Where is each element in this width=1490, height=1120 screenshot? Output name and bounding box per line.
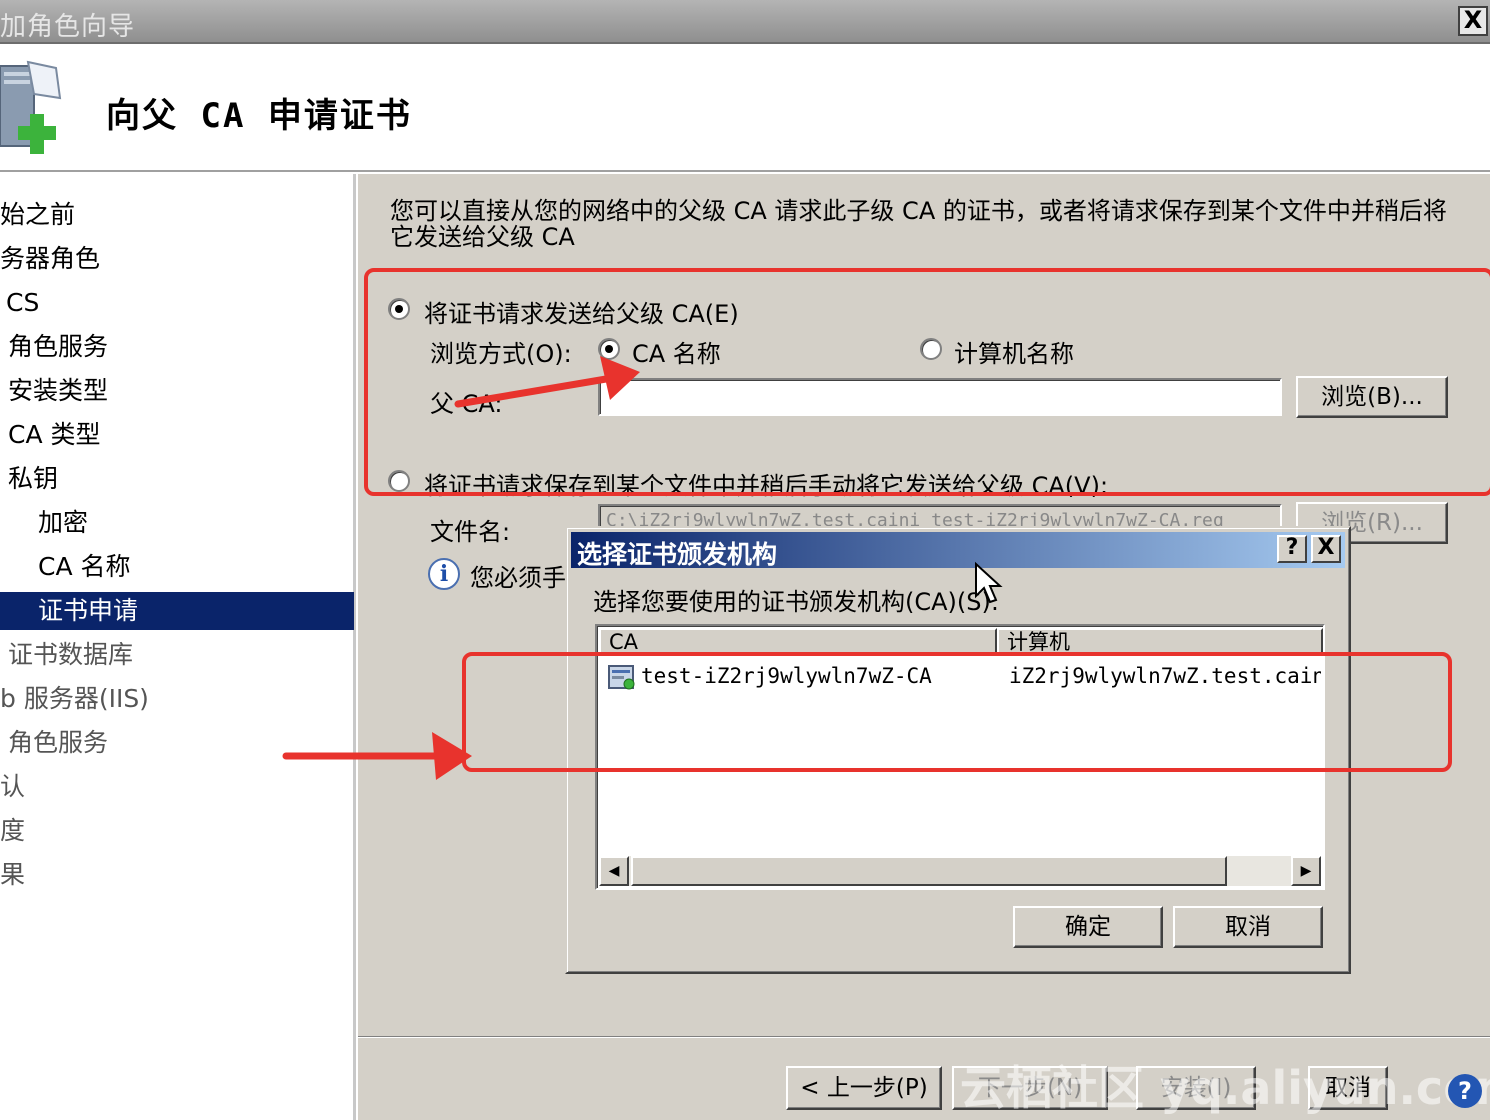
sidebar-item-web-server-iis[interactable]: b 服务器(IIS) (0, 680, 149, 718)
watermark: 云栖社区 yq.aliyun.com (960, 1061, 1490, 1115)
dialog-help-button[interactable]: ? (1277, 535, 1307, 563)
footer-separator (358, 1036, 1490, 1038)
sidebar-item-certificate-database[interactable]: 证书数据库 (8, 636, 133, 674)
column-header-computer[interactable]: 计算机 (997, 628, 1323, 656)
add-role-icon (0, 60, 62, 154)
wizard-header: 向父 CA 申请证书 (0, 44, 1490, 172)
sidebar-item-progress[interactable]: 度 (0, 812, 25, 850)
page-title: 向父 CA 申请证书 (106, 96, 412, 136)
scrollbar-thumb[interactable] (631, 856, 1227, 886)
sidebar-item-confirmation[interactable]: 认 (0, 768, 25, 806)
file-name-label: 文件名: (430, 518, 511, 546)
browse-mode-label: 浏览方式(O): (430, 340, 572, 368)
dialog-prompt: 选择您要使用的证书颁发机构(CA)(S): (593, 588, 999, 616)
save-to-file-radio[interactable] (388, 470, 410, 492)
sidebar-item-server-roles[interactable]: 务器角色 (0, 240, 100, 278)
send-to-parent-label[interactable]: 将证书请求发送给父级 CA(E) (424, 294, 739, 329)
ca-name-radio[interactable] (598, 338, 620, 360)
window-title-bar: 加角色向导 X (0, 0, 1490, 44)
back-button[interactable]: < 上一步(P) (786, 1066, 942, 1110)
sidebar-item-ca-name[interactable]: CA 名称 (38, 548, 131, 586)
dialog-title: 选择证书颁发机构 (577, 540, 778, 569)
horizontal-scrollbar[interactable]: ◀ ▶ (599, 856, 1321, 886)
ca-row-computer[interactable]: iZ2rj9wlywln7wZ.test.caini (1009, 664, 1321, 688)
page-description: 您可以直接从您的网络中的父级 CA 请求此子级 CA 的证书，或者将请求保存到某… (390, 197, 1447, 251)
save-to-file-label[interactable]: 将证书请求保存到某个文件中并稍后手动将它发送给父级 CA(V): (424, 466, 1108, 501)
window-title: 加角色向导 (0, 12, 136, 42)
ca-row-name[interactable]: test-iZ2rj9wlywln7wZ-CA (641, 664, 932, 688)
browse-parent-ca-button[interactable]: 浏览(B)... (1296, 376, 1448, 418)
dialog-title-bar: 选择证书颁发机构 ? X (571, 532, 1345, 569)
info-icon: i (428, 558, 460, 590)
parent-ca-input[interactable] (598, 378, 1282, 416)
dialog-ok-button[interactable]: 确定 (1013, 906, 1163, 948)
ca-name-radio-label[interactable]: CA 名称 (632, 334, 721, 369)
sidebar-item-label: 证书申请 (38, 596, 139, 625)
window-close-button[interactable]: X (1458, 6, 1488, 36)
dialog-cancel-button[interactable]: 取消 (1173, 906, 1323, 948)
info-text: 您必须手 (470, 564, 566, 592)
sidebar-item-iis-role-services[interactable]: 角色服务 (8, 724, 108, 762)
help-icon[interactable]: ? (1448, 1074, 1482, 1108)
sidebar-item-private-key[interactable]: 私钥 (8, 460, 58, 498)
sidebar-item-certificate-request[interactable]: 证书申请 (0, 592, 354, 630)
send-to-parent-radio[interactable] (388, 298, 410, 320)
computer-name-radio-label[interactable]: 计算机名称 (954, 334, 1074, 369)
sidebar-item-role-services[interactable]: 角色服务 (8, 328, 108, 366)
ca-list[interactable]: CA 计算机 test-iZ2rj9wlywln7wZ-CA iZ2rj9wly… (595, 624, 1325, 890)
sidebar-item-before-you-begin[interactable]: 始之前 (0, 196, 75, 234)
dialog-close-button[interactable]: X (1311, 535, 1341, 563)
wizard-sidebar: 始之前 务器角色 CS 角色服务 安装类型 CA 类型 私钥 加密 CA 名称 … (0, 174, 356, 1120)
sidebar-item-setup-type[interactable]: 安装类型 (8, 372, 108, 410)
scroll-left-button[interactable]: ◀ (599, 856, 629, 886)
parent-ca-label: 父 CA: (430, 390, 503, 418)
select-ca-dialog: 选择证书颁发机构 ? X 选择您要使用的证书颁发机构(CA)(S): CA 计算… (565, 526, 1351, 974)
column-header-ca[interactable]: CA (599, 628, 997, 656)
sidebar-item-results[interactable]: 果 (0, 856, 25, 894)
sidebar-item-ca-type[interactable]: CA 类型 (8, 416, 101, 454)
sidebar-item-ad-cs[interactable]: CS (6, 284, 39, 322)
scroll-right-button[interactable]: ▶ (1291, 856, 1321, 886)
sidebar-item-cryptography[interactable]: 加密 (38, 504, 88, 542)
computer-name-radio[interactable] (920, 338, 942, 360)
certificate-authority-icon (608, 665, 635, 690)
